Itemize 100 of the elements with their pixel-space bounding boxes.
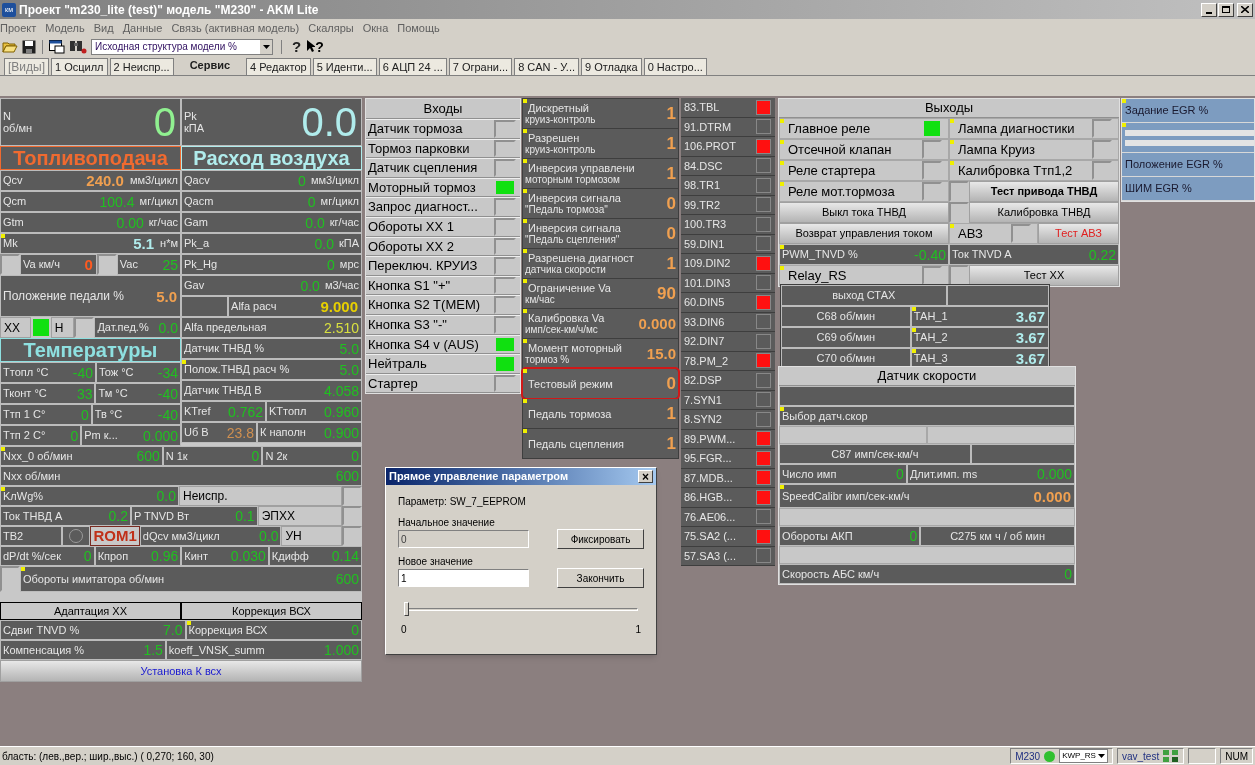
parameter-row[interactable]: Разрешена диагност датчика скорости 1 — [523, 249, 678, 278]
flag-marker — [950, 224, 954, 228]
help-button[interactable]: ? — [290, 39, 304, 54]
checkbox[interactable] — [494, 159, 516, 177]
checkbox[interactable] — [494, 178, 516, 197]
parameter-row[interactable]: Инверсия управлени моторным тормозом 1 — [523, 159, 678, 188]
checkbox[interactable] — [494, 237, 516, 256]
tab[interactable]: 6 АЦП 24 ... — [378, 58, 447, 75]
readout-value: 33 — [76, 386, 93, 401]
binoculars-icon[interactable] — [69, 39, 87, 54]
signal-label: 93.DIN6 — [684, 314, 726, 330]
tab[interactable]: 2 Неиспр... — [109, 58, 174, 75]
parameter-label: моторным тормозом — [525, 173, 620, 186]
action-button[interactable]: Тест XX — [969, 265, 1119, 286]
tab[interactable]: 1 Осцилл — [51, 58, 108, 75]
checkbox[interactable] — [494, 139, 516, 158]
checkbox[interactable] — [949, 265, 969, 286]
checkbox[interactable] — [342, 486, 362, 506]
checkbox[interactable] — [494, 120, 516, 138]
parameter-row[interactable]: Инверсия сигнала "Педаль тормоза" 0 — [523, 189, 678, 218]
signal-label: 109.DIN2 — [684, 256, 732, 271]
close-button[interactable] — [1237, 2, 1253, 17]
menu-item[interactable]: Связь (активная модель) — [171, 19, 300, 37]
relay-label: Главное реле — [788, 119, 871, 138]
action-button[interactable]: Выкл тока ТНВД — [779, 202, 949, 223]
menu-item[interactable]: Модель — [45, 19, 85, 37]
action-button[interactable]: Возврат управления током — [779, 223, 949, 244]
context-help-button[interactable]: ? — [307, 39, 324, 54]
checkbox[interactable] — [0, 254, 20, 275]
checkbox[interactable] — [1092, 119, 1112, 138]
readout-value: 0 — [153, 102, 177, 142]
finish-button[interactable]: Закончить — [557, 568, 644, 588]
parameter-row[interactable]: Калибровка Va имп/сек-км/ч/мс 0.000 — [523, 309, 678, 338]
protocol-dropdown[interactable]: KWP_RS — [1059, 749, 1108, 763]
parameter-row[interactable]: Момент моторный тормоз % 15.0 — [523, 339, 678, 368]
parameter-row[interactable]: Педаль сцепления 1 — [523, 429, 678, 458]
tab[interactable]: 4 Редактор — [246, 58, 311, 75]
menu-item[interactable]: Помощь — [397, 19, 440, 37]
relay-label: Relay_RS — [788, 266, 847, 285]
checkbox[interactable] — [0, 566, 20, 592]
checkbox[interactable] — [494, 355, 516, 373]
checkbox[interactable] — [949, 181, 969, 202]
checkbox[interactable] — [922, 182, 942, 201]
tab[interactable]: 0 Настро... — [643, 58, 707, 75]
slider-thumb[interactable] — [404, 602, 409, 616]
status-label: УН — [281, 526, 342, 546]
checkbox[interactable] — [342, 506, 362, 526]
minimize-button[interactable] — [1201, 2, 1217, 17]
tab[interactable]: 7 Ограни... — [448, 58, 513, 75]
menu-item[interactable]: Окна — [362, 19, 389, 37]
checkbox[interactable] — [922, 119, 942, 138]
close-button[interactable]: × — [638, 470, 653, 483]
tab[interactable]: 5 Иденти... — [312, 58, 377, 75]
readout-value: 2.510 — [323, 320, 359, 335]
menu-item[interactable]: Данные — [122, 19, 163, 37]
parameter-row[interactable]: Дискретный круиз-контроль 1 — [523, 99, 678, 128]
checkbox[interactable] — [74, 317, 95, 338]
action-button[interactable]: Калибровка ТНВД — [969, 202, 1119, 223]
readout-label: Число имп — [782, 466, 837, 482]
menu-item[interactable]: Скаляры — [308, 19, 354, 37]
readout-label: Скорость АБС км/ч — [782, 566, 880, 582]
user-label: vav_test — [1121, 749, 1160, 764]
signal-label: 59.DIN1 — [684, 236, 726, 252]
parameter-row[interactable]: Ограничение Va км/час 90 — [523, 279, 678, 308]
checkbox[interactable] — [494, 198, 516, 216]
unit-label: н*м — [159, 236, 178, 252]
maximize-button[interactable] — [1218, 2, 1234, 17]
checkbox[interactable] — [1092, 161, 1112, 180]
action-button[interactable]: Тест привода ТНВД — [969, 181, 1119, 202]
save-icon[interactable] — [22, 39, 36, 54]
readout-label: SpeedCalibr имп/сек-км/ч — [782, 488, 910, 504]
checkbox[interactable] — [922, 161, 942, 180]
action-button[interactable]: Установка К всх — [0, 660, 362, 682]
checkbox[interactable] — [922, 140, 942, 159]
checkbox[interactable] — [494, 276, 516, 295]
menu-item[interactable]: Вид — [93, 19, 114, 37]
window-icon[interactable] — [49, 39, 65, 54]
parameter-row[interactable]: Тестовый режим 0 — [523, 369, 678, 398]
checkbox[interactable] — [949, 202, 969, 223]
parameter-row[interactable]: Инверсия сигнала "Педаль сцепления" 0 — [523, 219, 678, 248]
checkbox[interactable] — [494, 315, 516, 334]
input-field[interactable]: 1 — [398, 569, 529, 587]
checkbox[interactable] — [30, 317, 51, 338]
checkbox[interactable] — [1092, 140, 1112, 159]
fix-button[interactable]: Фиксировать — [557, 529, 644, 549]
checkbox[interactable] — [494, 296, 516, 314]
parameter-row[interactable]: Разрешен круиз-контроль 1 — [523, 129, 678, 158]
checkbox[interactable] — [1011, 224, 1031, 243]
checkbox[interactable] — [96, 254, 117, 275]
checkbox[interactable] — [494, 217, 516, 236]
checkbox[interactable] — [342, 526, 362, 546]
open-folder-icon[interactable] — [2, 39, 18, 54]
menu-item[interactable]: Проект — [0, 19, 37, 37]
parameter-row[interactable]: Педаль тормоза 1 — [523, 399, 678, 428]
tab[interactable]: 9 Отладка — [581, 58, 642, 75]
structure-dropdown[interactable]: Исходная структура модели % — [91, 38, 273, 55]
checkbox[interactable] — [494, 257, 516, 275]
checkbox[interactable] — [494, 374, 516, 393]
tab[interactable]: 8 CAN - У... — [514, 58, 579, 75]
checkbox[interactable] — [494, 335, 516, 354]
